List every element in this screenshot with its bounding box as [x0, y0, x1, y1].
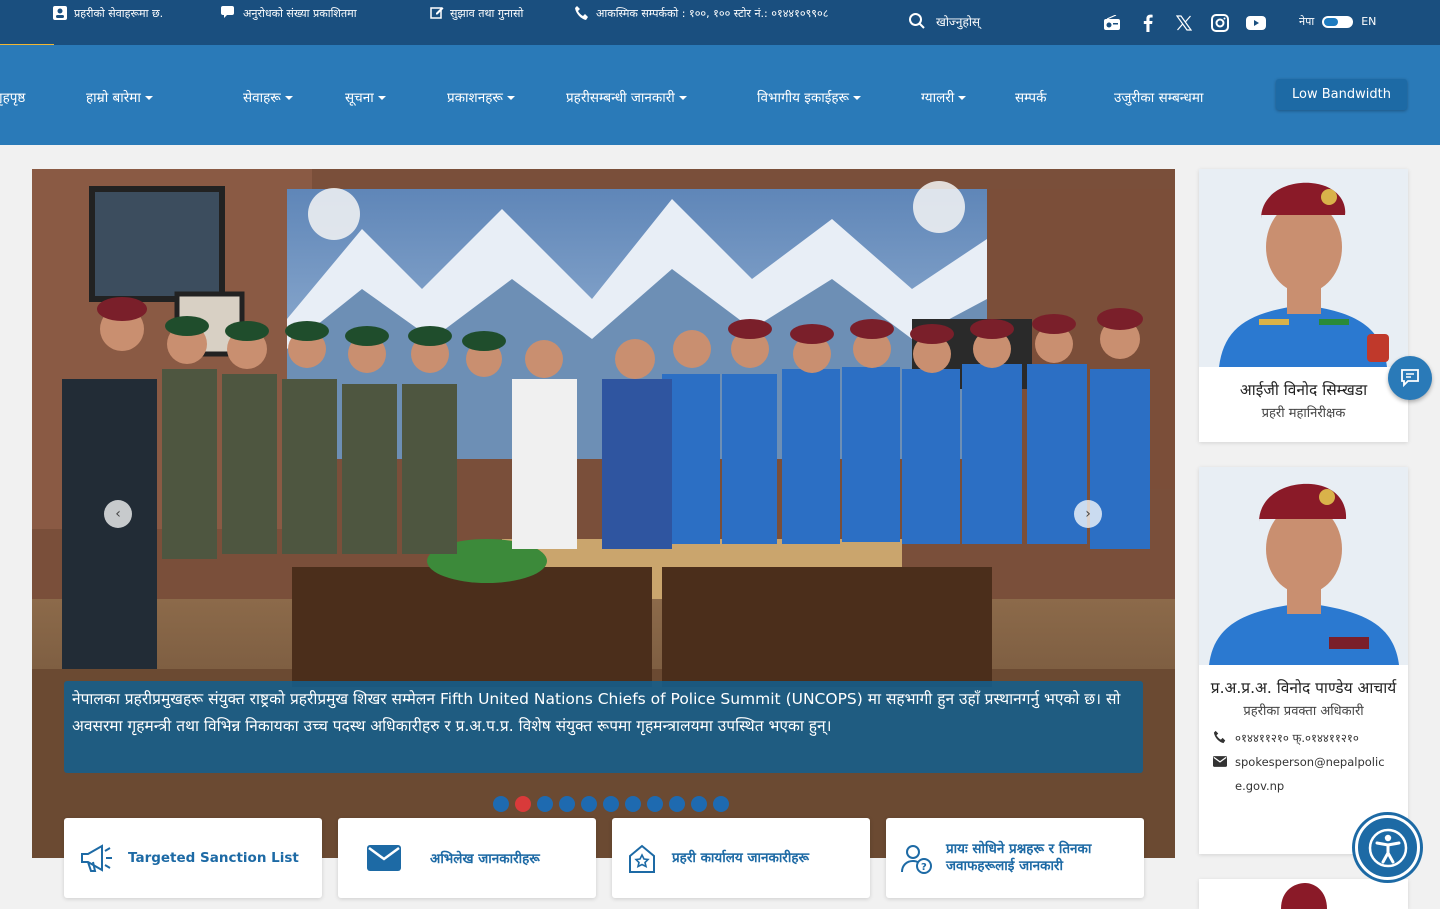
slider-pagination — [493, 796, 729, 812]
profile-name: आईजी विनोद सिम्खडा — [1239, 381, 1368, 399]
slider-dot[interactable] — [669, 796, 685, 812]
lang-nepali-label: नेपा — [1299, 15, 1315, 28]
profile-role: प्रहरीका प्रवक्ता अधिकारी — [1243, 704, 1364, 719]
quick-link-label: अभिलेख जानकारीहरू — [430, 851, 540, 867]
chat-icon — [1401, 369, 1419, 387]
topbar-link-label: प्रहरीको सेवाहरूमा छ. — [74, 7, 164, 20]
profile-photo — [1199, 467, 1408, 665]
svg-text:?: ? — [921, 862, 927, 873]
slider-dot[interactable] — [537, 796, 553, 812]
lang-english-label: EN — [1361, 15, 1377, 28]
low-bandwidth-button[interactable]: Low Bandwidth — [1276, 79, 1407, 110]
x-twitter-icon[interactable] — [1174, 13, 1194, 33]
user-question-icon: ? — [886, 842, 946, 874]
slider-dot[interactable] — [515, 796, 531, 812]
topbar-link-label: अनुरोधको संख्या प्रकाशितमा — [243, 7, 357, 20]
slider-next-button[interactable]: › — [1074, 500, 1102, 528]
topbar-link-feedback[interactable]: सुझाव तथा गुनासो — [430, 4, 550, 23]
topbar-link-label: आकस्मिक सम्पर्कको : १००, १०० स्टोर नं.: … — [596, 7, 829, 20]
feedback-chat-button[interactable] — [1388, 356, 1432, 400]
phone-icon — [1213, 730, 1226, 744]
profile-photo — [1199, 169, 1408, 367]
nav-item-complaints[interactable]: उजुरीका सम्बन्धमा — [1114, 88, 1203, 106]
slider-dot[interactable] — [603, 796, 619, 812]
language-switch[interactable]: नेपा EN — [1299, 14, 1376, 29]
profile-card-igp[interactable]: आईजी विनोद सिम्खडा प्रहरी महानिरीक्षक — [1199, 169, 1408, 442]
quick-link-label: प्रायः सोधिने प्रश्नहरू र तिनका जवाफहरूल… — [946, 841, 1092, 874]
radio-icon[interactable] — [1102, 13, 1122, 33]
slider-dot[interactable] — [647, 796, 663, 812]
slider-prev-button[interactable]: ‹ — [104, 500, 132, 528]
nav-item-about[interactable]: हाम्रो बारेमा — [86, 88, 153, 106]
quick-link-faq[interactable]: ? प्रायः सोधिने प्रश्नहरू र तिनका जवाफहर… — [886, 818, 1144, 898]
profile-card-spokesperson[interactable]: प्र.अ.प्र.अ. विनोद पाण्डेय आचार्य प्रहरी… — [1199, 467, 1408, 854]
chevron-down-icon — [284, 95, 293, 100]
contact-email-row[interactable]: spokesperson@nepalpolice.gov.np — [1213, 750, 1394, 798]
nav-item-police-info[interactable]: प्रहरीसम्बन्धी जानकारी — [566, 88, 687, 106]
search-label: खोज्नुहोस् — [936, 14, 981, 29]
topbar-link-label: सुझाव तथा गुनासो — [450, 7, 524, 20]
id-card-icon — [53, 6, 67, 20]
police-station-icon — [612, 842, 672, 874]
quick-link-records[interactable]: अभिलेख जानकारीहरू — [338, 818, 596, 898]
slider-dot[interactable] — [559, 796, 575, 812]
slider-dot[interactable] — [493, 796, 509, 812]
nav-item-gallery[interactable]: ग्यालरी — [921, 88, 967, 106]
main-nav: गृहपृष्ठ हाम्रो बारेमा सेवाहरू सूचना प्र… — [0, 45, 1440, 145]
accessibility-button[interactable] — [1355, 815, 1420, 880]
profile-contact: ०१४४११२१० फ्.०१४४११२१० spokesperson@nepa… — [1199, 726, 1408, 798]
chevron-down-icon — [506, 95, 515, 100]
quick-link-label: Targeted Sanction List — [128, 850, 299, 866]
contact-email: spokesperson@nepalpolice.gov.np — [1235, 755, 1385, 793]
nav-item-units[interactable]: विभागीय इकाईहरू — [757, 88, 861, 106]
slide-caption: नेपालका प्रहरीप्रमुखहरू संयुक्त राष्ट्रक… — [64, 681, 1143, 773]
search-box[interactable]: खोज्नुहोस् — [908, 12, 980, 30]
search-icon — [909, 13, 925, 29]
contact-phone-row[interactable]: ०१४४११२१० फ्.०१४४११२१० — [1213, 726, 1394, 750]
topbar-link-requests[interactable]: अनुरोधको संख्या प्रकाशितमा — [221, 4, 401, 23]
profile-photo — [1199, 879, 1408, 909]
accessibility-icon — [1368, 828, 1407, 867]
hero-slider: ‹ › नेपालका प्रहरीप्रमुखहरू संयुक्त राष्… — [32, 169, 1175, 858]
nav-item-notices[interactable]: सूचना — [345, 88, 386, 106]
phone-icon — [575, 6, 588, 20]
quick-link-label: प्रहरी कार्यालय जानकारीहरू — [672, 849, 809, 866]
megaphone-icon — [64, 843, 128, 873]
language-toggle[interactable] — [1322, 15, 1354, 28]
envelope-icon — [1213, 756, 1227, 767]
chevron-down-icon — [853, 95, 861, 100]
chevron-down-icon — [377, 95, 386, 100]
topbar-link-services[interactable]: प्रहरीको सेवाहरूमा छ. — [52, 4, 202, 23]
nav-item-publications[interactable]: प्रकाशनहरू — [447, 88, 515, 106]
profile-role: प्रहरी महानिरीक्षक — [1261, 406, 1346, 421]
slider-dot[interactable] — [581, 796, 597, 812]
topbar-emergency-contact[interactable]: आकस्मिक सम्पर्कको : १००, १०० स्टोर नं.: … — [574, 4, 894, 23]
profile-name: प्र.अ.प्र.अ. विनोद पाण्डेय आचार्य — [1210, 679, 1397, 697]
contact-phone: ०१४४११२१० फ्.०१४४११२१० — [1235, 731, 1359, 745]
nav-item-home[interactable]: गृहपृष्ठ — [0, 88, 25, 106]
youtube-icon[interactable] — [1246, 13, 1266, 33]
nav-item-services[interactable]: सेवाहरू — [243, 88, 293, 106]
social-links — [1102, 13, 1266, 33]
slider-dot[interactable] — [625, 796, 641, 812]
instagram-icon[interactable] — [1210, 13, 1230, 33]
nav-item-contact[interactable]: सम्पर्क — [1015, 88, 1046, 106]
edit-icon — [430, 7, 444, 19]
slider-dot[interactable] — [691, 796, 707, 812]
facebook-icon[interactable] — [1138, 13, 1158, 33]
slider-dot[interactable] — [713, 796, 729, 812]
chat-icon — [221, 6, 234, 18]
chevron-down-icon — [958, 95, 967, 100]
chevron-down-icon — [678, 95, 687, 100]
quick-link-police-offices[interactable]: प्रहरी कार्यालय जानकारीहरू — [612, 818, 870, 898]
top-bar: प्रहरीको सेवाहरूमा छ. अनुरोधको संख्या प्… — [0, 0, 1440, 48]
chevron-down-icon — [144, 95, 153, 100]
envelope-icon — [338, 845, 430, 871]
profile-card-next[interactable] — [1199, 879, 1408, 909]
quick-link-sanction-list[interactable]: Targeted Sanction List — [64, 818, 322, 898]
